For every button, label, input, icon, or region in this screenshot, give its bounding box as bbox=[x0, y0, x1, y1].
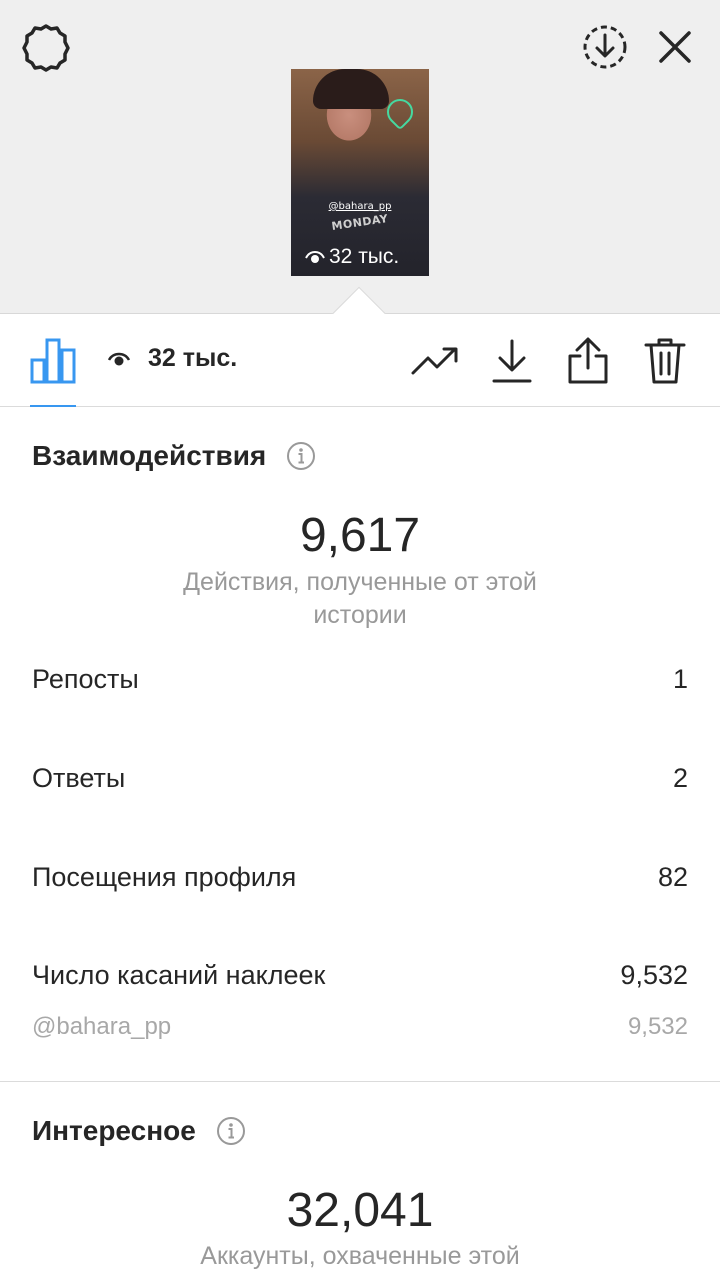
metric-row-sticker-taps: Число касаний наклеек 9,532 bbox=[32, 960, 688, 991]
discovery-total: 32,041 bbox=[286, 1184, 434, 1237]
trend-icon bbox=[411, 347, 458, 375]
eye-icon bbox=[305, 251, 325, 263]
delete-button[interactable] bbox=[640, 336, 690, 386]
viewers-count-label: 32 тыс. bbox=[148, 344, 238, 372]
story-thumbnail[interactable]: @bahara_pp MONDAY 32 тыс. bbox=[291, 69, 429, 276]
metric-label: Ответы bbox=[32, 763, 126, 793]
promote-button[interactable] bbox=[410, 336, 460, 386]
save-story-button[interactable] bbox=[576, 18, 634, 76]
metric-value: 82 bbox=[657, 862, 688, 892]
discovery-section-title: Интересное bbox=[32, 1115, 246, 1147]
info-icon[interactable] bbox=[216, 1116, 246, 1146]
settings-icon bbox=[22, 24, 70, 72]
share-icon bbox=[568, 337, 608, 384]
metric-label: Посещения профиля bbox=[32, 862, 297, 892]
download-circle-icon bbox=[583, 25, 627, 69]
bar-chart-icon bbox=[30, 338, 76, 384]
eye-icon bbox=[108, 352, 130, 365]
metric-row-shares: Репосты 1 bbox=[32, 664, 688, 695]
info-icon[interactable] bbox=[286, 441, 316, 471]
viewers-count[interactable]: 32 тыс. bbox=[108, 344, 237, 373]
top-preview-area: @bahara_pp MONDAY 32 тыс. bbox=[0, 0, 720, 314]
story-views-label: 32 тыс. bbox=[329, 245, 400, 268]
interactions-title: Взаимодействия bbox=[32, 440, 267, 471]
trash-icon bbox=[644, 338, 686, 384]
metric-row-replies: Ответы 2 bbox=[32, 763, 688, 794]
story-toolbar: 32 тыс. bbox=[0, 314, 720, 407]
share-button[interactable] bbox=[563, 336, 613, 386]
metric-sub-label: @bahara_pp bbox=[32, 1013, 172, 1040]
download-button[interactable] bbox=[487, 336, 537, 386]
metric-value: 1 bbox=[672, 664, 688, 694]
metric-sub-value: 9,532 bbox=[627, 1013, 688, 1040]
close-button[interactable] bbox=[648, 20, 702, 74]
section-divider bbox=[0, 1081, 720, 1082]
discovery-title: Интересное bbox=[32, 1115, 196, 1146]
settings-button[interactable] bbox=[18, 20, 74, 76]
metric-value: 2 bbox=[672, 763, 688, 793]
tab-active-indicator bbox=[30, 405, 76, 407]
metric-label: Число касаний наклеек bbox=[32, 960, 326, 990]
interactions-total: 9,617 bbox=[299, 509, 421, 562]
interactions-section-title: Взаимодействия bbox=[32, 440, 316, 472]
metric-label: Репосты bbox=[32, 664, 139, 694]
metric-row-profile-visits: Посещения профиля 82 bbox=[32, 862, 688, 893]
metric-subrow-mention: @bahara_pp 9,532 bbox=[32, 1013, 688, 1041]
discovery-caption: Аккаунты, охваченные этой bbox=[200, 1242, 520, 1270]
story-mention-sticker: @bahara_pp bbox=[328, 201, 392, 212]
tab-insights[interactable] bbox=[30, 336, 76, 407]
interactions-caption: Действия, полученные от этой истории bbox=[183, 568, 537, 629]
close-icon bbox=[659, 31, 691, 63]
download-icon bbox=[492, 339, 532, 383]
metric-value: 9,532 bbox=[620, 960, 688, 990]
story-view-count: 32 тыс. bbox=[305, 245, 399, 269]
